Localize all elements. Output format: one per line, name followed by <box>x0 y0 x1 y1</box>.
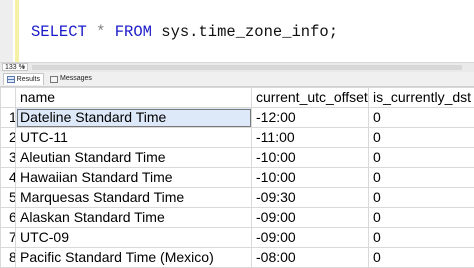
cell-name[interactable]: Marquesas Standard Time <box>16 188 252 208</box>
row-number[interactable]: 6 <box>1 208 16 228</box>
results-tab-bar: Results Messages <box>0 72 474 87</box>
cell-current-utc-offset[interactable]: -09:30 <box>252 188 369 208</box>
row-number[interactable]: 2 <box>1 128 16 148</box>
editor-status-strip: 133 % ▼ <box>0 62 474 72</box>
cell-is-currently-dst[interactable]: 0 <box>369 208 474 228</box>
cell-name[interactable]: UTC-11 <box>16 128 252 148</box>
cell-name[interactable]: UTC-09 <box>16 228 252 248</box>
table-row: 5 Marquesas Standard Time -09:30 0 <box>1 188 474 208</box>
cell-is-currently-dst[interactable]: 0 <box>369 148 474 168</box>
cell-current-utc-offset[interactable]: -12:00 <box>252 108 369 128</box>
column-header-name[interactable]: name <box>16 88 252 108</box>
cell-current-utc-offset[interactable]: -11:00 <box>252 128 369 148</box>
keyword-select: SELECT <box>31 23 87 41</box>
zoom-dropdown[interactable]: 133 % ▼ <box>2 63 28 71</box>
cell-is-currently-dst[interactable]: 0 <box>369 108 474 128</box>
table-row: 6 Alaskan Standard Time -09:00 0 <box>1 208 474 228</box>
corner-cell[interactable] <box>1 88 16 108</box>
change-tracking-bar <box>15 0 19 62</box>
cell-current-utc-offset[interactable]: -10:00 <box>252 148 369 168</box>
star-operator: * <box>96 23 105 41</box>
row-number[interactable]: 4 <box>1 168 16 188</box>
table-row: 4 Hawaiian Standard Time -10:00 0 <box>1 168 474 188</box>
cell-is-currently-dst[interactable]: 0 <box>369 128 474 148</box>
cell-name[interactable]: Dateline Standard Time <box>16 108 252 128</box>
cell-is-currently-dst[interactable]: 0 <box>369 248 474 268</box>
table-row: 2 UTC-11 -11:00 0 <box>1 128 474 148</box>
grid-icon <box>7 76 15 83</box>
results-grid[interactable]: name current_utc_offset is_currently_dst… <box>0 87 474 268</box>
row-number[interactable]: 5 <box>1 188 16 208</box>
sql-query[interactable]: SELECT * FROM sys.time_zone_info; <box>31 23 338 41</box>
cell-is-currently-dst[interactable]: 0 <box>369 168 474 188</box>
cell-current-utc-offset[interactable]: -09:00 <box>252 228 369 248</box>
row-number[interactable]: 7 <box>1 228 16 248</box>
table-row: 8 Pacific Standard Time (Mexico) -08:00 … <box>1 248 474 268</box>
cell-name[interactable]: Pacific Standard Time (Mexico) <box>16 248 252 268</box>
column-header-current-utc-offset[interactable]: current_utc_offset <box>252 88 369 108</box>
table-name: sys.time_zone_info; <box>161 23 338 41</box>
horizontal-scrollbar[interactable] <box>32 65 462 70</box>
message-icon <box>50 76 58 83</box>
chevron-down-icon: ▼ <box>21 64 26 72</box>
cell-is-currently-dst[interactable]: 0 <box>369 188 474 208</box>
row-number[interactable]: 8 <box>1 248 16 268</box>
tab-results-label: Results <box>17 74 40 86</box>
sql-editor[interactable]: SELECT * FROM sys.time_zone_info; <box>0 0 474 62</box>
cell-name[interactable]: Alaskan Standard Time <box>16 208 252 228</box>
header-row: name current_utc_offset is_currently_dst <box>1 88 474 108</box>
row-number[interactable]: 1 <box>1 108 16 128</box>
cell-name[interactable]: Hawaiian Standard Time <box>16 168 252 188</box>
cell-current-utc-offset[interactable]: -09:00 <box>252 208 369 228</box>
table-row: 3 Aleutian Standard Time -10:00 0 <box>1 148 474 168</box>
cell-current-utc-offset[interactable]: -08:00 <box>252 248 369 268</box>
keyword-from: FROM <box>115 23 152 41</box>
cell-current-utc-offset[interactable]: -10:00 <box>252 168 369 188</box>
table-row: 7 UTC-09 -09:00 0 <box>1 228 474 248</box>
editor-gutter <box>0 0 13 62</box>
row-number[interactable]: 3 <box>1 148 16 168</box>
table-row: 1 Dateline Standard Time -12:00 0 <box>1 108 474 128</box>
tab-results[interactable]: Results <box>3 73 44 85</box>
column-header-is-currently-dst[interactable]: is_currently_dst <box>369 88 474 108</box>
tab-messages-label: Messages <box>60 73 92 85</box>
tab-messages[interactable]: Messages <box>47 73 95 85</box>
cell-is-currently-dst[interactable]: 0 <box>369 228 474 248</box>
cell-name[interactable]: Aleutian Standard Time <box>16 148 252 168</box>
